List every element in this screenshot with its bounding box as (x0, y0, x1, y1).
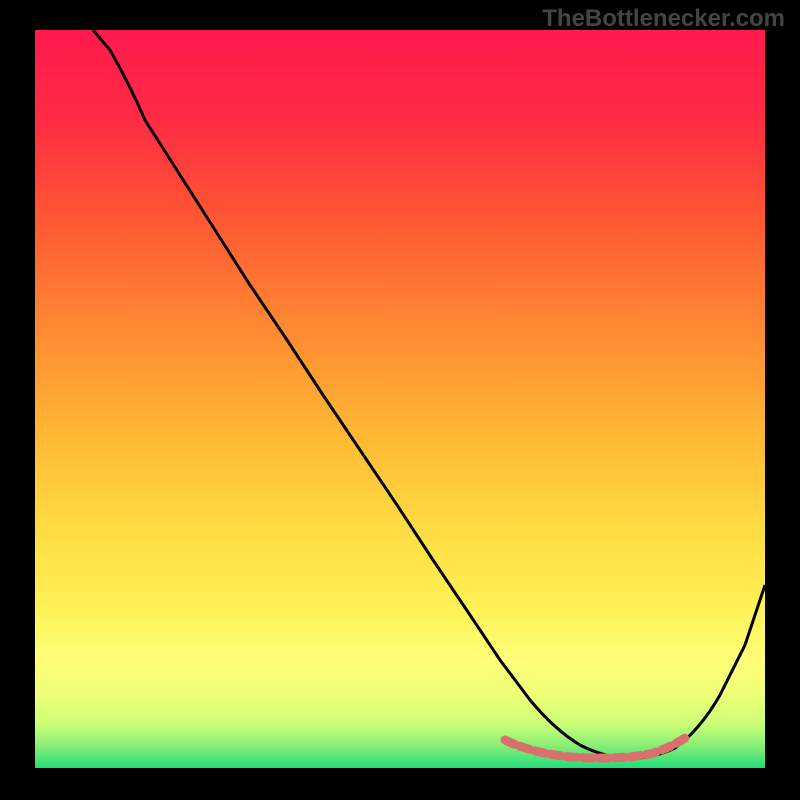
bottleneck-curve-svg (35, 30, 765, 768)
watermark-text: TheBottlenecker.com (542, 5, 785, 33)
main-curve-line (93, 30, 765, 758)
optimal-zone-curve (505, 738, 685, 758)
chart-area (35, 30, 765, 768)
